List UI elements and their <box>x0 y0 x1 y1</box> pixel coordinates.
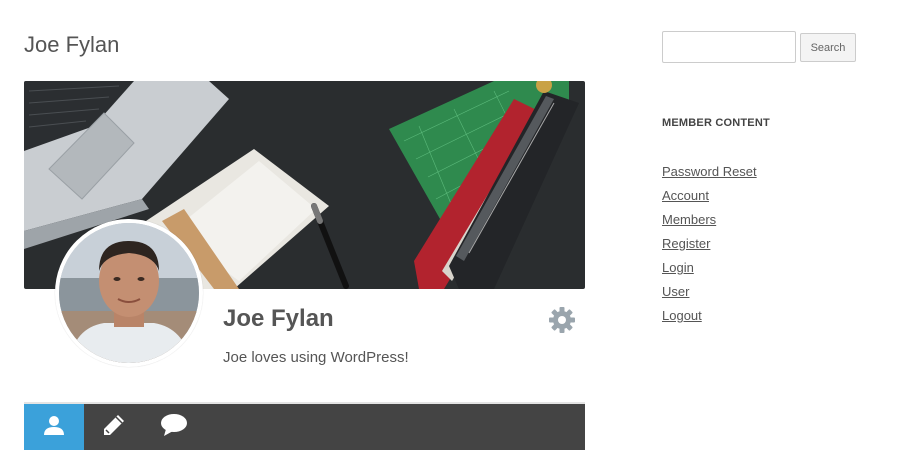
page-title: Joe Fylan <box>24 32 120 57</box>
link-register[interactable]: Register <box>662 236 710 251</box>
profile-description: Joe loves using WordPress! <box>223 349 409 366</box>
profile-nav-bar <box>24 402 585 450</box>
profile-avatar[interactable] <box>55 219 203 367</box>
user-icon <box>43 414 65 441</box>
pencil-icon <box>102 413 126 442</box>
search-button[interactable]: Search <box>800 33 856 62</box>
nav-tab-profile[interactable] <box>24 404 84 450</box>
link-user[interactable]: User <box>662 284 689 299</box>
widget-title: MEMBER CONTENT <box>662 117 770 129</box>
profile-name: Joe Fylan <box>223 305 334 332</box>
link-password-reset[interactable]: Password Reset <box>662 164 757 179</box>
search-input[interactable] <box>662 31 796 63</box>
nav-tab-posts[interactable] <box>84 404 144 450</box>
link-members[interactable]: Members <box>662 212 716 227</box>
link-logout[interactable]: Logout <box>662 308 702 323</box>
link-login[interactable]: Login <box>662 260 694 275</box>
member-content-links: Password Reset Account Members Register … <box>662 163 757 331</box>
link-account[interactable]: Account <box>662 188 709 203</box>
comment-icon <box>160 413 188 442</box>
nav-tab-comments[interactable] <box>144 404 204 450</box>
gear-icon[interactable] <box>548 306 576 334</box>
